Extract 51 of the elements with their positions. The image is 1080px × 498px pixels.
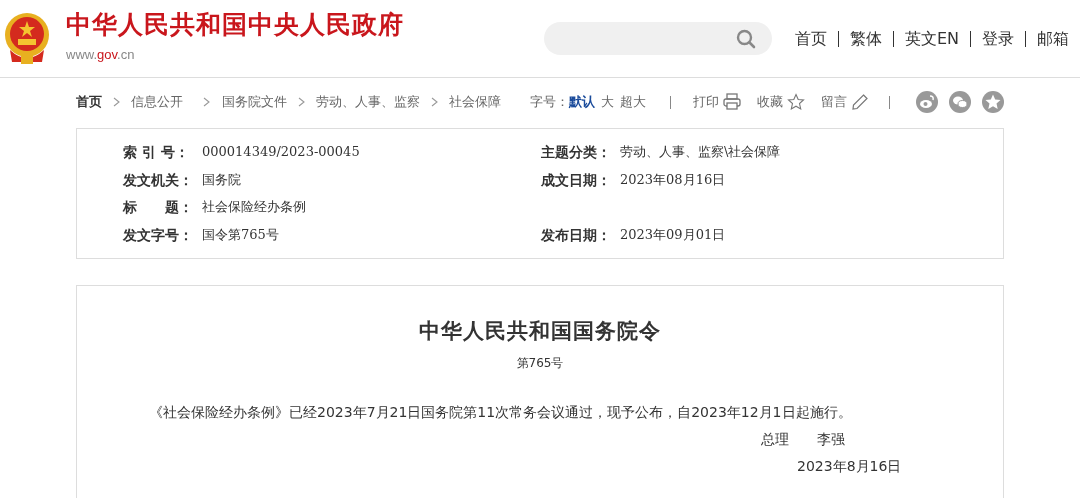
signer-title: 总理 bbox=[761, 429, 789, 449]
order-number: 第765号 bbox=[516, 355, 564, 370]
signer-name: 李强 bbox=[817, 429, 845, 449]
font-size-option[interactable]: 超大 bbox=[620, 92, 646, 112]
toolbar-link[interactable]: 收藏 bbox=[757, 92, 783, 112]
field-value: 2023年09月01日 bbox=[620, 225, 726, 244]
breadcrumb-link[interactable]: 信息公开 bbox=[131, 92, 183, 112]
field-value: 2023年08月16日 bbox=[620, 170, 726, 189]
breadcrumb-link[interactable]: 社会保障 bbox=[449, 92, 501, 112]
chevron-icon bbox=[431, 97, 438, 107]
field-label: 成文日期： bbox=[541, 170, 612, 190]
nav-link[interactable]: 首页 bbox=[783, 30, 838, 47]
font-size-option[interactable]: 大 bbox=[601, 92, 614, 112]
pencil-icon[interactable] bbox=[851, 93, 869, 111]
field-label: 主题分类： bbox=[541, 143, 612, 163]
toolbar-link[interactable]: 留言 bbox=[821, 92, 847, 112]
field-label: 发文字号： bbox=[123, 225, 194, 245]
site-url[interactable]: www.gov.cn bbox=[66, 45, 404, 65]
font-size-label: 字号： bbox=[530, 93, 569, 112]
breadcrumb-link[interactable]: 国务院文件 bbox=[222, 92, 287, 112]
nav-link[interactable]: 英文EN bbox=[892, 30, 970, 47]
star-icon[interactable] bbox=[787, 93, 805, 111]
swirl-icon[interactable] bbox=[916, 91, 938, 113]
body-text: 《社会保险经办条例》已经2023年7月21日国务院第11次常务会议通过，现予公布，自2023年12月1日起施行。 bbox=[149, 403, 852, 420]
field-value: 国务院 bbox=[202, 170, 241, 189]
chevron-icon bbox=[203, 97, 210, 107]
font-size-option[interactable]: 默认 bbox=[569, 92, 595, 112]
toolbar-link[interactable]: 打印 bbox=[693, 92, 719, 112]
site-title: 中华人民共和国中央人民政府 bbox=[66, 12, 404, 38]
field-value: 000014349/2023-00045 bbox=[202, 143, 360, 162]
breadcrumb-link[interactable]: 劳动、人事、监察 bbox=[316, 92, 420, 112]
field-value: 劳动、人事、监察\社会保障 bbox=[620, 143, 781, 162]
chevron-icon bbox=[113, 97, 120, 107]
search-field[interactable] bbox=[543, 22, 772, 55]
field-label: 标 题： bbox=[123, 198, 194, 218]
nav-link[interactable]: 繁体 bbox=[837, 30, 893, 47]
field-value: 社会保险经办条例 bbox=[202, 198, 306, 217]
document-title: 中华人民共和国国务院令 bbox=[419, 319, 661, 343]
chevron-icon bbox=[298, 97, 305, 107]
printer-icon[interactable] bbox=[723, 93, 741, 111]
chat-bubbles-icon[interactable] bbox=[949, 91, 971, 113]
breadcrumb-link[interactable]: 首页 bbox=[76, 92, 102, 112]
nav-link[interactable]: 邮箱 bbox=[1025, 30, 1080, 47]
field-value: 国令第765号 bbox=[202, 225, 279, 244]
field-label: 发布日期： bbox=[541, 225, 612, 245]
signing-date: 2023年8月16日 bbox=[797, 456, 902, 476]
field-label: 索 引 号： bbox=[123, 143, 190, 163]
emblem-logo bbox=[4, 11, 50, 66]
nav-link[interactable]: 登录 bbox=[970, 30, 1025, 47]
field-label: 发文机关： bbox=[123, 170, 194, 190]
search-icon[interactable] bbox=[735, 28, 756, 49]
